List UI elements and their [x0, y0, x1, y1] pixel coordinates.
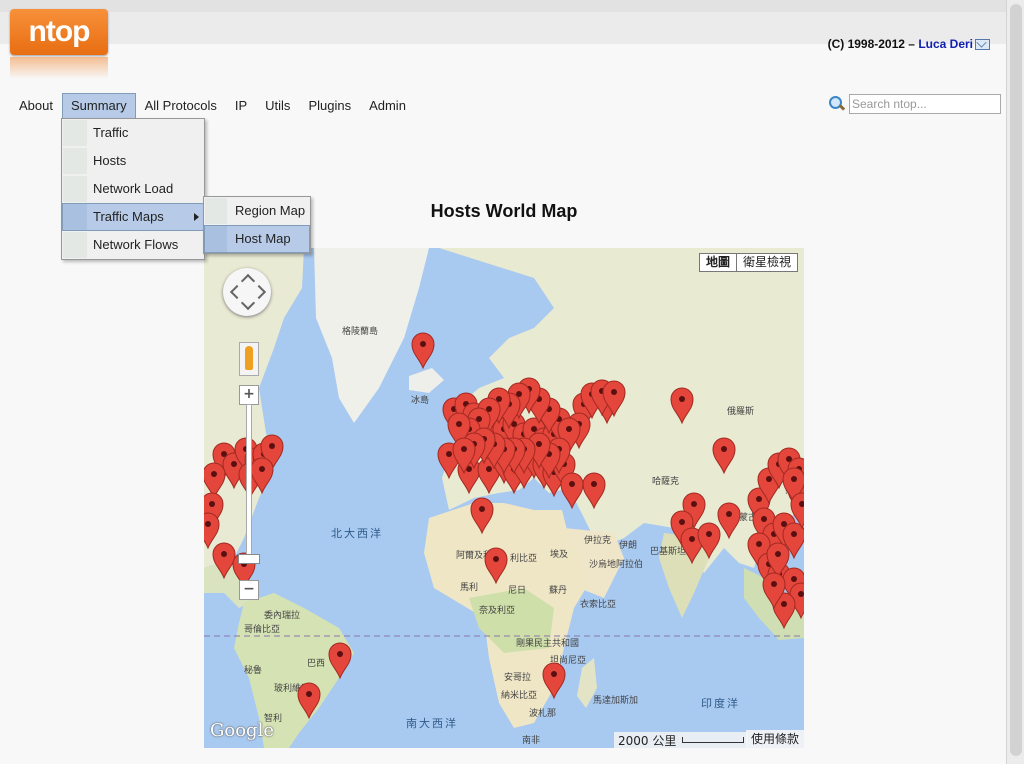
world-map[interactable]: 格陵蘭島 冰島 俄羅斯 哈薩克 蒙古 北大西洋 阿爾及利亞 利比亞 埃及 伊拉克… — [204, 248, 804, 748]
host-marker-icon[interactable] — [212, 542, 236, 580]
scale-label: 2000 公里 — [618, 733, 677, 748]
summary-dropdown: Traffic Hosts Network Load Traffic Maps … — [61, 118, 205, 260]
menu-about[interactable]: About — [10, 93, 62, 119]
map-type-satellite-button[interactable]: 衛星檢視 — [736, 253, 798, 272]
search-input[interactable] — [849, 94, 1001, 114]
submenu-item-host-map[interactable]: Host Map — [204, 225, 310, 253]
scale-bar — [682, 737, 745, 743]
host-markers — [204, 332, 804, 720]
pan-control[interactable] — [223, 268, 271, 316]
host-marker-icon[interactable] — [717, 502, 741, 540]
host-marker-icon[interactable] — [560, 472, 584, 510]
submenu-arrow-icon — [194, 213, 199, 221]
menu-utils[interactable]: Utils — [256, 93, 299, 119]
map-scale: 2000 公里 — [614, 732, 749, 748]
host-marker-icon[interactable] — [328, 642, 352, 680]
traffic-maps-submenu: Region Map Host Map — [203, 196, 311, 254]
mail-icon[interactable] — [975, 39, 990, 51]
google-logo[interactable]: Google — [210, 720, 274, 741]
vertical-scrollbar[interactable] — [1006, 0, 1024, 764]
dropdown-item-network-flows[interactable]: Network Flows — [62, 231, 204, 259]
window-top-band — [0, 0, 1007, 12]
pan-right-icon[interactable] — [251, 284, 267, 300]
traffic-maps-label: Traffic Maps — [93, 209, 164, 224]
copyright-text: (C) 1998-2012 – — [827, 37, 915, 51]
submenu-item-region-map[interactable]: Region Map — [204, 197, 310, 225]
menu-summary[interactable]: Summary — [61, 93, 136, 119]
menu-admin[interactable]: Admin — [360, 93, 415, 119]
host-marker-icon[interactable] — [697, 522, 721, 560]
author-link[interactable]: Luca Deri — [918, 37, 973, 51]
street-view-pegman-icon[interactable] — [239, 342, 259, 376]
search-box — [828, 94, 1001, 114]
dropdown-item-network-load[interactable]: Network Load — [62, 175, 204, 203]
search-icon[interactable] — [828, 95, 846, 113]
host-marker-icon[interactable] — [204, 462, 226, 500]
host-marker-icon[interactable] — [712, 437, 736, 475]
scrollbar-thumb[interactable] — [1010, 4, 1022, 756]
pan-up-icon[interactable] — [240, 273, 256, 289]
host-marker-icon[interactable] — [582, 472, 606, 510]
zoom-out-button[interactable]: − — [239, 580, 259, 600]
zoom-in-button[interactable]: + — [239, 385, 259, 405]
host-marker-icon[interactable] — [204, 512, 220, 550]
pan-left-icon[interactable] — [229, 284, 245, 300]
dropdown-item-hosts[interactable]: Hosts — [62, 147, 204, 175]
dropdown-item-traffic-maps[interactable]: Traffic Maps — [62, 203, 204, 231]
copyright-notice: (C) 1998-2012 – Luca Deri — [828, 37, 990, 51]
terms-of-use-link[interactable]: 使用條款 — [745, 730, 804, 748]
host-marker-icon[interactable] — [542, 662, 566, 700]
map-type-map-button[interactable]: 地圖 — [698, 253, 737, 272]
pan-down-icon[interactable] — [240, 295, 256, 311]
menu-ip[interactable]: IP — [226, 93, 256, 119]
zoom-slider-thumb[interactable] — [238, 554, 260, 564]
host-marker-icon[interactable] — [411, 332, 435, 370]
zoom-slider-track[interactable] — [246, 404, 252, 562]
ntop-logo[interactable]: ntop — [10, 9, 108, 55]
menu-all-protocols[interactable]: All Protocols — [136, 93, 226, 119]
host-marker-icon[interactable] — [470, 497, 494, 535]
dropdown-item-traffic[interactable]: Traffic — [62, 119, 204, 147]
host-marker-icon[interactable] — [670, 387, 694, 425]
logo-reflection — [10, 57, 108, 79]
map-type-control: 地圖 衛星檢視 — [698, 253, 798, 272]
main-menu: About Summary All Protocols IP Utils Plu… — [10, 93, 415, 119]
host-marker-icon[interactable] — [484, 547, 508, 585]
host-marker-icon[interactable] — [297, 682, 321, 720]
menu-plugins[interactable]: Plugins — [299, 93, 360, 119]
